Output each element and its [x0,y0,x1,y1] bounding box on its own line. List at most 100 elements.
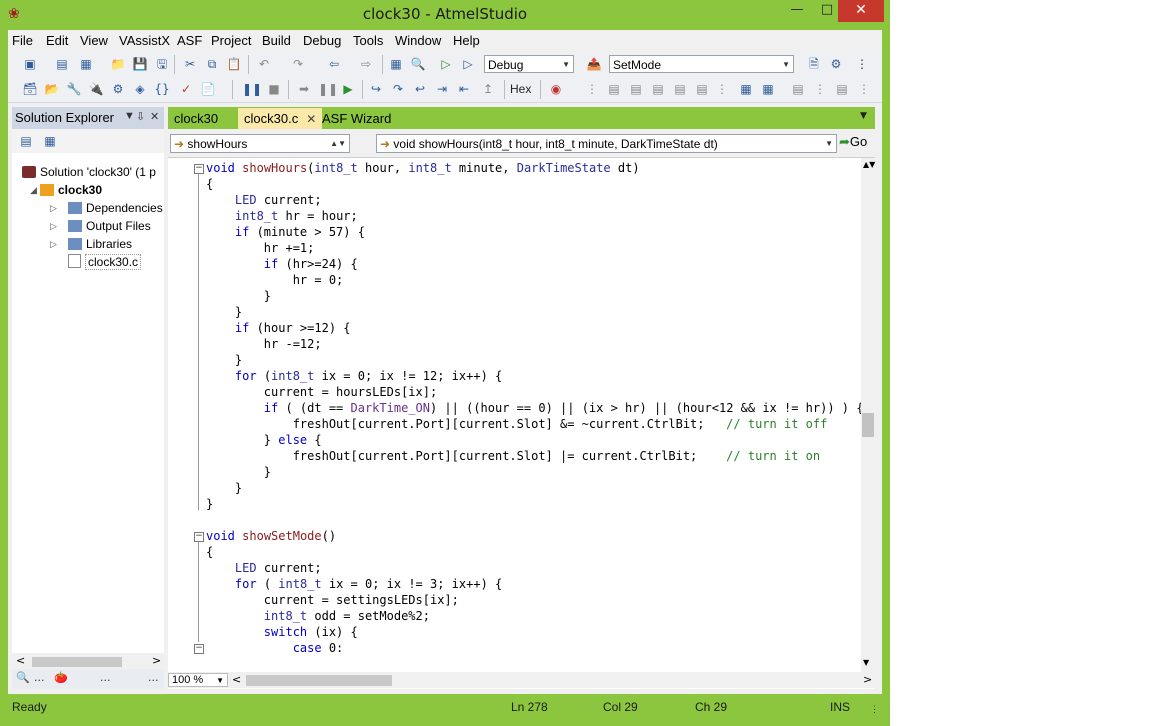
stop-debugging-icon[interactable]: ■ [266,81,282,97]
scroll-right-icon[interactable]: > [152,654,161,667]
method-icon[interactable]: ◈ [132,81,148,97]
tree-dependencies[interactable]: ▷ Dependencies [50,199,163,217]
editor-vertical-scrollbar[interactable]: ▲▼ ▼ [861,158,875,672]
processor-view-icon[interactable]: ▤ [694,81,710,97]
code-line[interactable]: } else { [206,432,861,448]
locals-icon[interactable]: ▦ [760,81,776,97]
expand-arrow-icon[interactable]: ▷ [50,217,57,235]
brace-icon[interactable]: {} [154,81,170,97]
menu-vassistx[interactable]: VAssistX [119,33,170,48]
search-icon[interactable]: 🔍 [16,671,30,684]
scroll-left-icon[interactable]: < [232,673,241,686]
step-out-icon[interactable]: ↩ [412,81,428,97]
code-line[interactable]: hr -=12; [206,336,861,352]
collapse-arrow-icon[interactable]: ◢ [30,181,37,199]
navigate-backward-icon[interactable]: ⇦ [326,56,342,72]
code-line[interactable] [206,512,861,528]
code-line[interactable]: if (minute > 57) { [206,224,861,240]
member-select[interactable]: ➜ void showHours(int8_t hour, int8_t min… [376,134,837,153]
close-icon[interactable]: ✕ [306,112,316,126]
open-icon[interactable]: 📂 [44,81,60,97]
code-line[interactable]: } [206,352,861,368]
properties-icon[interactable]: ⚙ [828,56,844,72]
scroll-thumb[interactable] [32,657,122,667]
find-icon[interactable]: 🔍 [410,56,426,72]
configuration-select[interactable]: Debug ▼ [484,55,574,73]
code-line[interactable]: switch (ix) { [206,624,861,640]
code-line[interactable]: } [206,464,861,480]
code-line[interactable]: freshOut[current.Port][current.Slot] |= … [206,448,861,464]
code-text-area[interactable]: − − − void showHours(int8_t hour, int8_t… [168,158,861,688]
expand-arrow-icon[interactable]: ▷ [50,235,57,253]
memory-icon[interactable]: ▤ [650,81,666,97]
tab-more[interactable]: ... [148,671,159,684]
scroll-thumb[interactable] [246,675,392,686]
scope-select[interactable]: ➜ showHours ▲▼ [170,134,350,153]
tree-output-files[interactable]: ▷ Output Files [50,217,151,235]
properties-icon[interactable]: ▦ [42,133,58,149]
scroll-right-icon[interactable]: > [863,673,872,686]
device-programming-icon[interactable]: 🗃 [22,81,38,97]
code-line[interactable]: LED current; [206,560,861,576]
code-line[interactable]: void showHours(int8_t hour, int8_t minut… [206,160,861,176]
open-folder-icon[interactable]: 📁 [110,56,126,72]
collapse-all-icon[interactable]: ▤ [18,133,34,149]
code-line[interactable]: void showSetMode() [206,528,861,544]
close-button[interactable]: ✕ [838,0,884,22]
hex-display-toggle[interactable]: Hex [510,82,531,96]
code-line[interactable]: int8_t hr = hour; [206,208,861,224]
file-icon[interactable]: 📄 [200,81,216,97]
navigate-forward-icon[interactable]: ⇨ [358,56,374,72]
menu-project[interactable]: Project [211,33,251,48]
io-view-icon[interactable]: ▤ [672,81,688,97]
tab-asf-wizard[interactable]: ASF Wizard [316,108,397,129]
toolbar-options-icon[interactable]: ⋮ [714,81,730,97]
code-line[interactable]: for ( int8_t ix = 0; ix != 3; ix++) { [206,576,861,592]
pin-icon[interactable]: ⇩ [136,110,145,123]
code-line[interactable]: { [206,176,861,192]
tree-file-clock30c[interactable]: clock30.c [68,253,142,271]
code-line[interactable]: } [206,496,861,512]
tab-clock30[interactable]: clock30 [168,108,224,129]
save-all-icon[interactable]: 🖫 [154,56,170,72]
collapse-icon[interactable]: − [194,644,204,654]
minimize-button[interactable]: — [782,0,812,22]
step-into-icon[interactable]: ↪ [368,81,384,97]
code-line[interactable]: } [206,480,861,496]
spell-check-icon[interactable]: ✓ [178,81,194,97]
code-line[interactable]: current = hoursLEDs[ix]; [206,384,861,400]
tab-more[interactable]: ... [34,671,45,684]
menu-window[interactable]: Window [395,33,441,48]
code-line[interactable]: { [206,544,861,560]
disassembly-icon[interactable]: ▤ [606,81,622,97]
split-icon[interactable]: ▲▼ [863,160,875,169]
break-all-icon[interactable]: ❚❚ [242,81,262,97]
menu-tools[interactable]: Tools [353,33,383,48]
menu-debug[interactable]: Debug [303,33,341,48]
save-icon[interactable]: 💾 [132,56,148,72]
tab-clock30c[interactable]: clock30.c ✕ [238,108,323,129]
scroll-thumb[interactable] [862,413,874,437]
zoom-select[interactable]: 100 % ▼ [168,673,228,687]
explorer-horizontal-scrollbar[interactable]: < > [12,653,164,669]
copy-icon[interactable]: ⧉ [204,56,220,72]
tree-solution[interactable]: Solution 'clock30' (1 p [22,163,156,181]
toolbar-options-icon[interactable]: ⋮ [854,56,870,72]
code-line[interactable]: if ( (dt == DarkTime_ON) || ((hour == 0)… [206,400,861,416]
tab-list-chevron-icon[interactable]: ▼ [860,111,867,121]
menu-asf[interactable]: ASF [177,33,202,48]
show-next-statement-icon[interactable]: ➡ [296,81,312,97]
expand-arrow-icon[interactable]: ▷ [50,199,57,217]
set-next-statement-icon[interactable]: ↥ [480,81,496,97]
solution-explorer-icon[interactable]: 🗎 [806,56,822,72]
paste-icon[interactable]: 📋 [226,56,242,72]
code-line[interactable]: case 0: [206,640,861,656]
undo-icon[interactable]: ↶ [256,56,272,72]
find-combo[interactable]: SetMode ▼ [609,55,794,73]
code-line[interactable]: if (hour >=12) { [206,320,861,336]
close-icon[interactable]: ✕ [150,110,159,123]
menu-file[interactable]: File [12,33,33,48]
breakpoints-icon[interactable]: ◉ [548,81,564,97]
scroll-down-icon[interactable]: ▼ [863,658,869,667]
start-debugging-icon[interactable]: ▷ [438,56,454,72]
